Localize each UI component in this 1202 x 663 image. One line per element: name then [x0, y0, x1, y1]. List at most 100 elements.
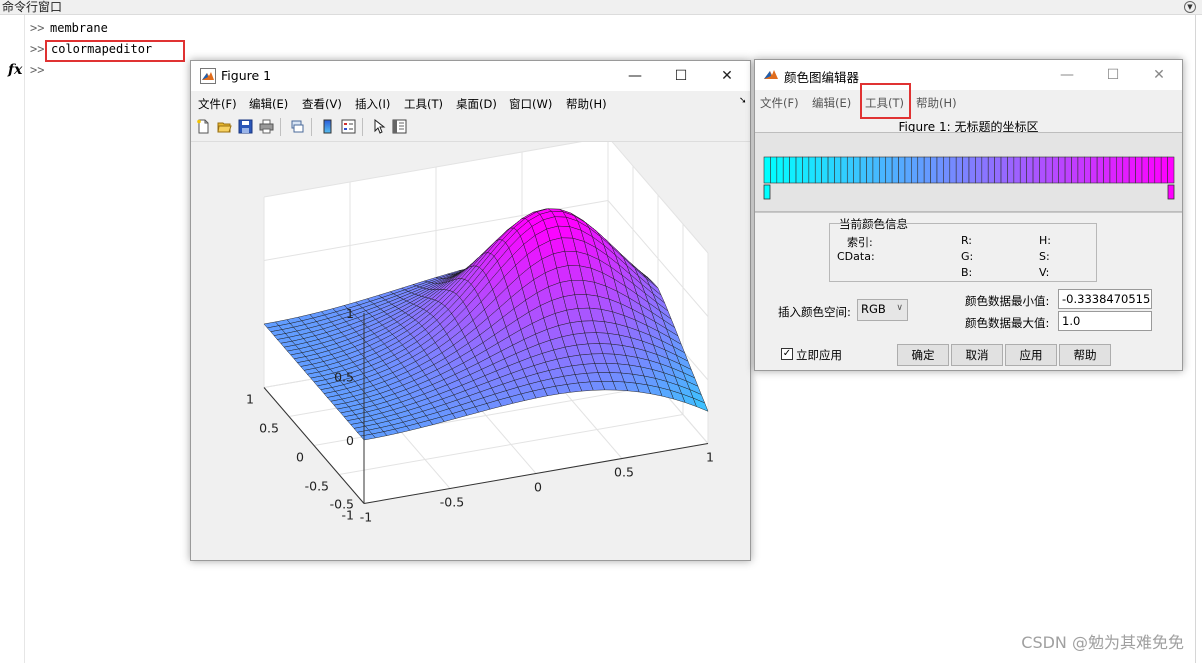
- tick-label: 1: [246, 392, 254, 407]
- apply-button[interactable]: 应用: [1005, 344, 1057, 366]
- v-label: V:: [1039, 266, 1050, 279]
- figure-title: Figure 1: [221, 68, 272, 83]
- colormap-cell: [1026, 156, 1034, 184]
- min-value-field[interactable]: -0.33384705159: [1058, 289, 1152, 309]
- maximize-icon[interactable]: ☐: [1090, 60, 1136, 90]
- menu-edit[interactable]: 编辑(E): [249, 96, 288, 112]
- b-label: B:: [961, 266, 973, 279]
- figure-toolbar: [191, 113, 750, 142]
- max-value-field[interactable]: 1.0: [1058, 311, 1152, 331]
- colormap-cell: [834, 156, 842, 184]
- colormap-cell: [1103, 156, 1111, 184]
- colormap-cell: [802, 156, 810, 184]
- figure-canvas[interactable]: 1 0.5 0 -0.5 1 0.5 0 -0.5 -1 1 0.5 0 -0.5 -1: [191, 136, 750, 560]
- menu-help[interactable]: 帮助(H): [566, 96, 607, 112]
- tick-label: -0.5: [305, 479, 329, 494]
- colormap-cell: [1128, 156, 1136, 184]
- tick-label: 1: [706, 450, 714, 465]
- close-icon[interactable]: ✕: [704, 61, 750, 91]
- pointer-arrow-icon[interactable]: [372, 119, 387, 134]
- fx-icon[interactable]: fx: [8, 62, 22, 78]
- menu-insert[interactable]: 插入(I): [355, 96, 390, 112]
- menubar-dock-arrow-icon[interactable]: ➘: [739, 96, 747, 106]
- command-line-1: membrane: [50, 21, 108, 35]
- colormap-cell: [1000, 156, 1008, 184]
- minimize-icon[interactable]: —: [1044, 60, 1090, 90]
- colormap-cell: [879, 156, 887, 184]
- colormap-cell: [1141, 156, 1149, 184]
- colorbar-icon[interactable]: [320, 119, 335, 134]
- highlight-box: [45, 40, 185, 62]
- command-window-gutter: [0, 15, 25, 663]
- colormap-cell: [949, 156, 957, 184]
- tick-label: 0.5: [614, 465, 634, 480]
- colormap-cell: [898, 156, 906, 184]
- colorspace-value: RGB: [861, 302, 886, 316]
- colormap-editor-window[interactable]: 颜色图编辑器 — ☐ ✕ 文件(F) 编辑(E) 工具(T) 帮助(H) Fig…: [754, 59, 1183, 371]
- colorspace-select[interactable]: RGB ∨: [857, 299, 908, 321]
- cdata-label: CData:: [837, 250, 875, 263]
- menu-tools[interactable]: 工具(T): [404, 96, 443, 112]
- property-inspector-icon[interactable]: [392, 119, 407, 134]
- surface-plot[interactable]: 10.50-0.510.50-0.5-110.50-0.5-1: [191, 136, 750, 560]
- colormap-cell: [776, 156, 784, 184]
- tick-label: -1: [342, 508, 354, 523]
- link-icon[interactable]: [290, 119, 305, 134]
- colormap-cell: [943, 156, 951, 184]
- colormap-cell: [891, 156, 899, 184]
- menu-desktop[interactable]: 桌面(D): [456, 96, 497, 112]
- start-color-marker: [763, 184, 771, 200]
- colormap-cell: [994, 156, 1002, 184]
- colormap-cell: [904, 156, 912, 184]
- colormap-cell: [789, 156, 797, 184]
- colormap-cell: [1135, 156, 1143, 184]
- menu-edit[interactable]: 编辑(E): [812, 95, 851, 111]
- figure-window[interactable]: Figure 1 — ☐ ✕ 文件(F) 编辑(E) 查看(V) 插入(I) 工…: [190, 60, 751, 561]
- menu-help[interactable]: 帮助(H): [916, 95, 957, 111]
- colormap-cell: [1090, 156, 1098, 184]
- colormap-cell: [866, 156, 874, 184]
- colormap-menubar: 文件(F) 编辑(E) 工具(T) 帮助(H): [755, 90, 1182, 112]
- print-icon[interactable]: [259, 119, 274, 134]
- toolbar-divider: [280, 118, 281, 136]
- menu-file[interactable]: 文件(F): [760, 95, 799, 111]
- open-folder-icon[interactable]: [217, 119, 232, 134]
- colormap-cell: [827, 156, 835, 184]
- colormap-cell: [763, 156, 771, 184]
- colormap-cell: [1058, 156, 1066, 184]
- s-label: S:: [1039, 250, 1050, 263]
- colormap-cell: [821, 156, 829, 184]
- matlab-logo-icon: [763, 67, 779, 86]
- minimize-icon[interactable]: —: [612, 61, 658, 91]
- colormap-cell: [859, 156, 867, 184]
- colormap-editor-title: 颜色图编辑器: [784, 70, 860, 85]
- colormap-cell: [1013, 156, 1021, 184]
- menu-view[interactable]: 查看(V): [302, 96, 342, 112]
- colormap-strip[interactable]: [755, 133, 1182, 211]
- colormap-editor-titlebar[interactable]: 颜色图编辑器 — ☐ ✕: [755, 60, 1182, 90]
- menu-window[interactable]: 窗口(W): [509, 96, 552, 112]
- close-icon[interactable]: ✕: [1136, 60, 1182, 90]
- end-color-marker: [1167, 184, 1175, 200]
- ok-button[interactable]: 确定: [897, 344, 949, 366]
- apply-now-label: 立即应用: [796, 348, 842, 362]
- colormap-cell: [962, 156, 970, 184]
- maximize-icon[interactable]: ☐: [658, 61, 704, 91]
- cancel-button[interactable]: 取消: [951, 344, 1003, 366]
- save-icon[interactable]: [238, 119, 253, 134]
- new-file-icon[interactable]: [196, 119, 211, 134]
- colormap-cell: [911, 156, 919, 184]
- colormap-cell: [795, 156, 803, 184]
- colormap-cell: [782, 156, 790, 184]
- prompt: >>: [30, 42, 45, 56]
- colormap-cell: [1019, 156, 1027, 184]
- apply-now-checkbox[interactable]: ✓: [781, 348, 793, 360]
- colormap-cell: [987, 156, 995, 184]
- colormap-cell: [968, 156, 976, 184]
- figure-titlebar[interactable]: Figure 1 — ☐ ✕: [191, 61, 750, 91]
- command-window-border: [1195, 15, 1196, 663]
- legend-icon[interactable]: [341, 119, 356, 134]
- help-button[interactable]: 帮助: [1059, 344, 1111, 366]
- menu-file[interactable]: 文件(F): [198, 96, 237, 112]
- chevron-down-icon[interactable]: ▼: [1184, 1, 1196, 13]
